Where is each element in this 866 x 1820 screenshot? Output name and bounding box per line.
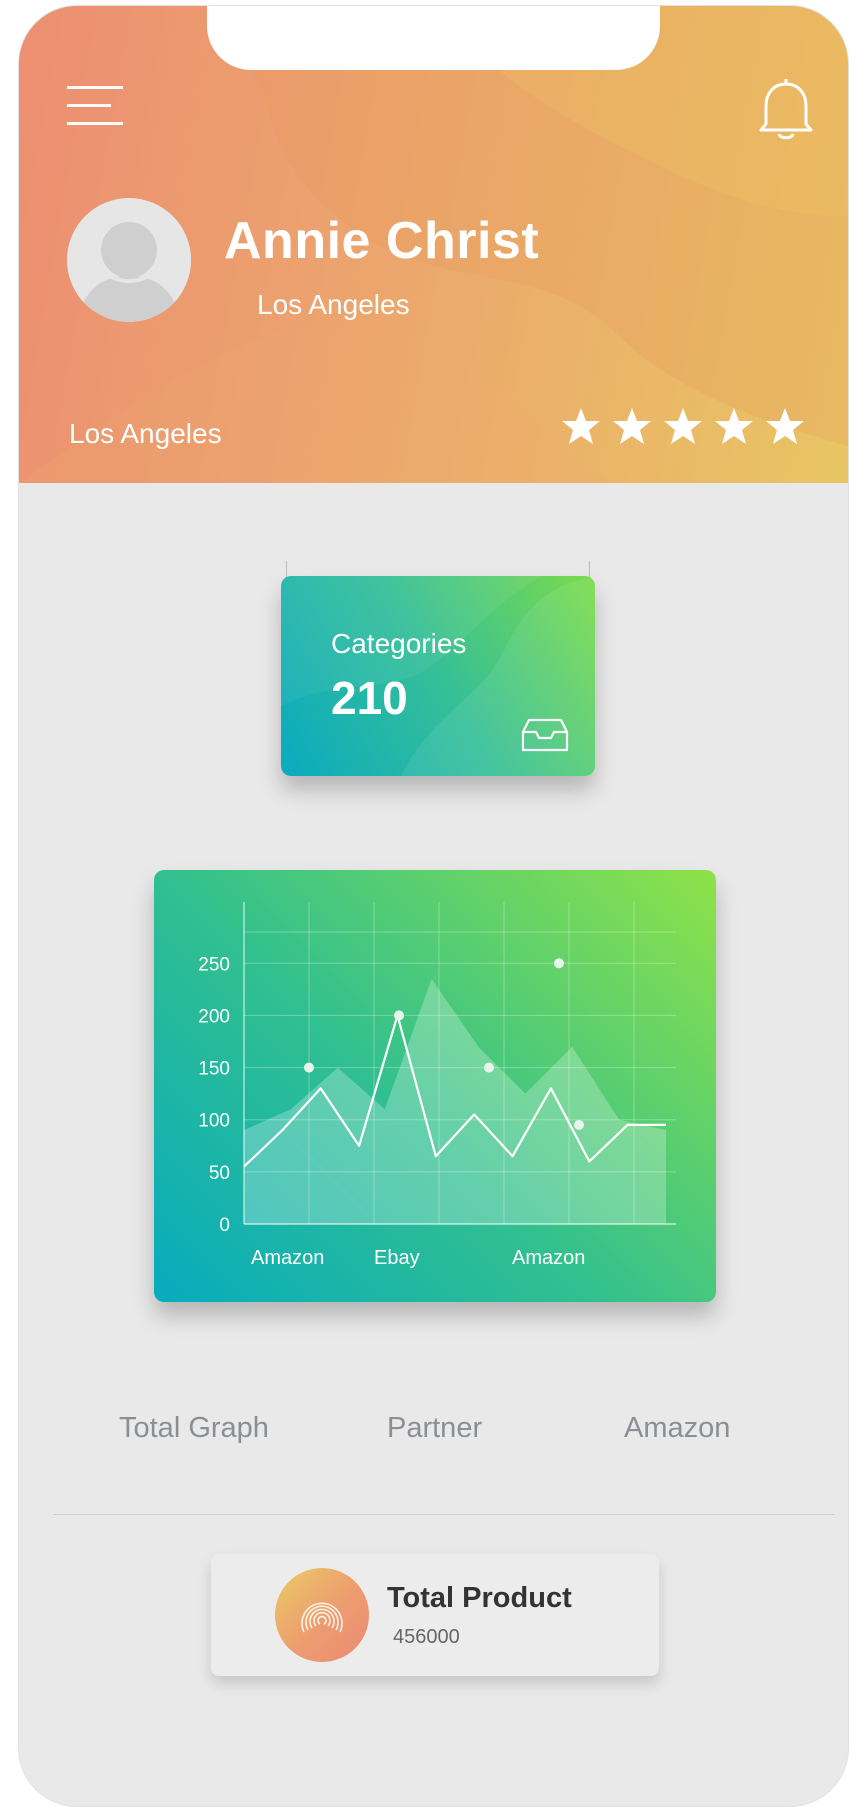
data-point-marker <box>394 1010 404 1021</box>
avatar[interactable] <box>67 198 191 322</box>
user-location: Los Angeles <box>69 418 222 449</box>
x-tick-label: Ebay <box>374 1247 420 1269</box>
data-point-marker <box>304 1062 314 1073</box>
star-icon <box>664 408 702 444</box>
total-graph-chart: 0 50 100 150 200 250 Amazon Ebay Amazon <box>154 870 716 1302</box>
tab-total-graph[interactable]: Total Graph <box>119 1412 269 1445</box>
user-avatar-icon <box>67 198 191 322</box>
x-tick-label: Amazon <box>512 1247 585 1269</box>
bell-icon <box>759 79 813 140</box>
total-product-title: Total Product <box>387 1582 572 1614</box>
divider <box>53 1514 835 1515</box>
tab-amazon[interactable]: Amazon <box>624 1412 730 1445</box>
menu-button[interactable] <box>67 82 127 130</box>
user-subtitle-location: Los Angeles <box>257 289 410 320</box>
total-product-value: 456000 <box>393 1626 460 1648</box>
tab-partner[interactable]: Partner <box>387 1412 482 1445</box>
y-tick-label: 0 <box>219 1215 230 1236</box>
device-notch <box>207 6 660 70</box>
categories-label: Categories <box>331 628 467 659</box>
y-tick-label: 250 <box>198 954 230 975</box>
star-icon <box>562 408 600 444</box>
menu-icon <box>67 86 123 125</box>
categories-count: 210 <box>331 672 408 724</box>
inbox-tray-icon <box>521 718 569 752</box>
star-icon <box>766 408 804 444</box>
y-tick-label: 50 <box>209 1163 230 1184</box>
phone-frame: Annie Christ Los Angeles Los Angeles Cat… <box>19 6 848 1806</box>
y-tick-label: 150 <box>198 1059 230 1080</box>
data-point-marker <box>574 1119 584 1130</box>
total-product-badge <box>275 1568 369 1662</box>
data-point-marker <box>554 958 564 969</box>
star-icon <box>715 408 753 444</box>
x-tick-label: Amazon <box>251 1247 324 1269</box>
y-tick-label: 100 <box>198 1111 230 1132</box>
rating-stars[interactable] <box>561 406 805 446</box>
star-icon <box>613 408 651 444</box>
data-point-marker <box>484 1062 494 1073</box>
user-name: Annie Christ <box>224 212 540 270</box>
chart-svg: 0 50 100 150 200 250 Amazon Ebay Amazon <box>198 902 676 1269</box>
y-tick-label: 200 <box>198 1006 230 1027</box>
categories-card[interactable]: Categories 210 <box>281 576 595 776</box>
fingerprint-icon <box>301 1602 343 1633</box>
profile-header: Annie Christ Los Angeles Los Angeles <box>19 6 848 483</box>
notifications-button[interactable] <box>757 78 815 142</box>
total-product-card[interactable]: Total Product 456000 <box>211 1554 659 1676</box>
